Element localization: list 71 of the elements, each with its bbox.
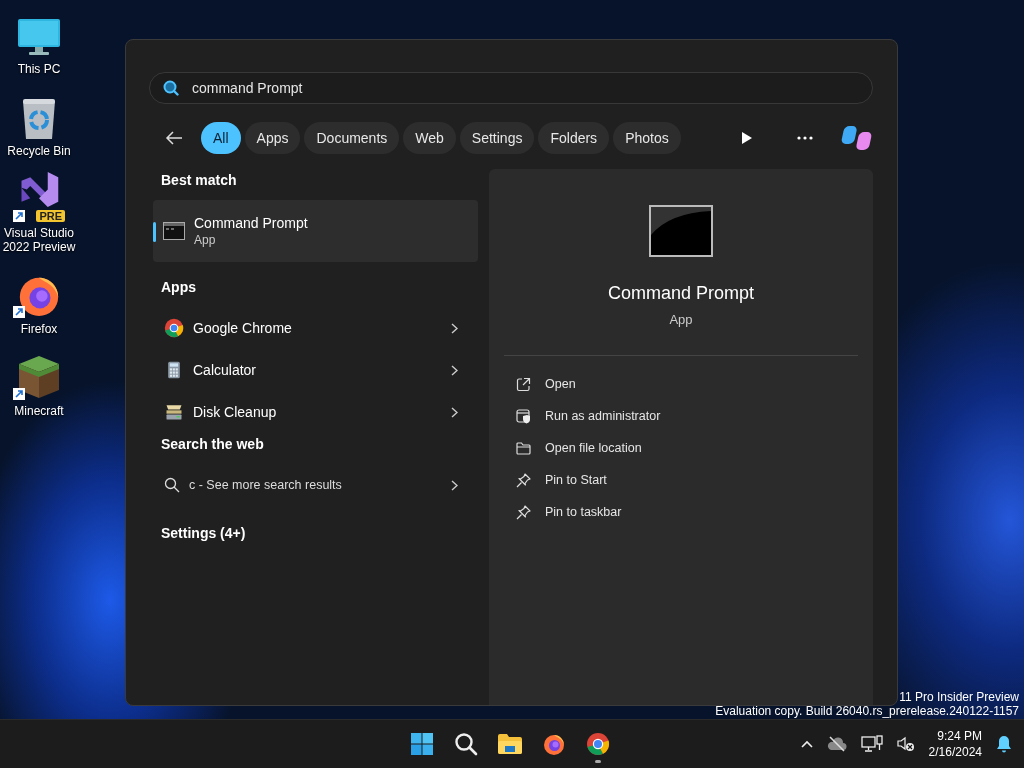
back-arrow-icon[interactable]: [165, 130, 183, 146]
shortcut-arrow-icon: [13, 210, 25, 222]
chevron-up-icon[interactable]: [800, 740, 813, 748]
running-indicator: [595, 760, 601, 763]
windows-logo-icon: [410, 732, 434, 756]
section-heading[interactable]: Settings (4+): [153, 522, 254, 541]
app-title: Command Prompt: [607, 283, 755, 304]
watermark-text: Evaluation copy. Build 26040.rs_prerelease.240122-1157: [715, 704, 1019, 718]
grass-block-icon[interactable]: [17, 354, 61, 400]
folder-icon: [497, 733, 523, 755]
notification-bell-icon[interactable]: [996, 735, 1012, 753]
result-title: Command Prompt: [194, 215, 308, 231]
chevron-right-icon: [451, 322, 458, 334]
desktop-icon-label[interactable]: Recycle Bin: [7, 144, 71, 158]
network-icon[interactable]: [860, 735, 883, 753]
chevron-right-icon: [451, 364, 458, 376]
cloud-off-icon[interactable]: [826, 736, 847, 752]
shortcut-arrow-icon: [13, 306, 25, 318]
shortcut-arrow-icon: [13, 388, 25, 400]
chrome-logo-icon: [164, 318, 184, 338]
section-heading: Apps: [160, 278, 197, 295]
play-icon[interactable]: [741, 131, 753, 145]
app-result[interactable]: Calculator: [153, 349, 478, 391]
pin-icon: [516, 472, 531, 488]
web-search-result[interactable]: c - See more search results: [153, 464, 478, 506]
search-icon: [454, 732, 478, 756]
section-heading: Search the web: [160, 435, 265, 452]
filter-tab[interactable]: Folders: [538, 122, 610, 154]
clock-time[interactable]: 9:24 PM: [937, 728, 982, 744]
search-field[interactable]: command Prompt: [149, 72, 873, 104]
firefox-logo-icon: [542, 732, 566, 756]
result-type: App: [194, 233, 217, 247]
filter-tab[interactable]: All: [201, 122, 241, 154]
volume-muted-icon[interactable]: [896, 736, 915, 752]
app-type: App: [669, 312, 693, 327]
preview-badge: PRE: [36, 210, 65, 222]
copilot-logo-icon[interactable]: [841, 124, 873, 152]
action-item[interactable]: Open: [504, 368, 858, 400]
section-heading: Best match: [160, 171, 238, 188]
action-item[interactable]: Pin to Start: [504, 464, 858, 496]
desktop-icon-label[interactable]: Firefox: [20, 322, 58, 336]
monitor-icon[interactable]: [17, 18, 61, 58]
clock-date[interactable]: 2/16/2024: [928, 744, 982, 760]
chevron-right-icon: [451, 406, 458, 418]
desktop-icon-label[interactable]: Visual Studio 2022 Preview: [0, 226, 78, 254]
watermark-text: 11 Pro Insider Preview: [899, 690, 1019, 704]
best-match-result[interactable]: Command Prompt App: [153, 200, 478, 262]
desktop-icon-label[interactable]: This PC: [17, 62, 61, 76]
filter-tab[interactable]: Settings: [459, 122, 535, 154]
filter-tab[interactable]: Documents: [304, 122, 400, 154]
action-item[interactable]: Run as administrator: [504, 400, 858, 432]
open-external-icon: [516, 376, 531, 392]
app-result[interactable]: Disk Cleanup: [153, 391, 478, 433]
terminal-icon: [163, 222, 185, 240]
more-options-icon[interactable]: [797, 136, 813, 140]
app-result[interactable]: Google Chrome: [153, 307, 478, 349]
search-icon: [164, 477, 180, 493]
filter-tab[interactable]: Apps: [244, 122, 301, 154]
terminal-window-icon: [649, 205, 713, 257]
chevron-right-icon: [451, 479, 458, 491]
chrome-logo-icon: [586, 732, 610, 756]
pin-icon: [516, 504, 531, 520]
filter-tab[interactable]: Web: [403, 122, 456, 154]
recycle-bin-icon[interactable]: [21, 98, 57, 140]
disk-drive-icon: [164, 402, 184, 422]
action-item[interactable]: Pin to taskbar: [504, 496, 858, 528]
desktop-icon-label[interactable]: Minecraft: [14, 404, 64, 418]
action-item[interactable]: Open file location: [504, 432, 858, 464]
filter-tab[interactable]: Photos: [613, 122, 681, 154]
folder-icon: [516, 441, 531, 455]
shield-window-icon: [516, 408, 531, 424]
